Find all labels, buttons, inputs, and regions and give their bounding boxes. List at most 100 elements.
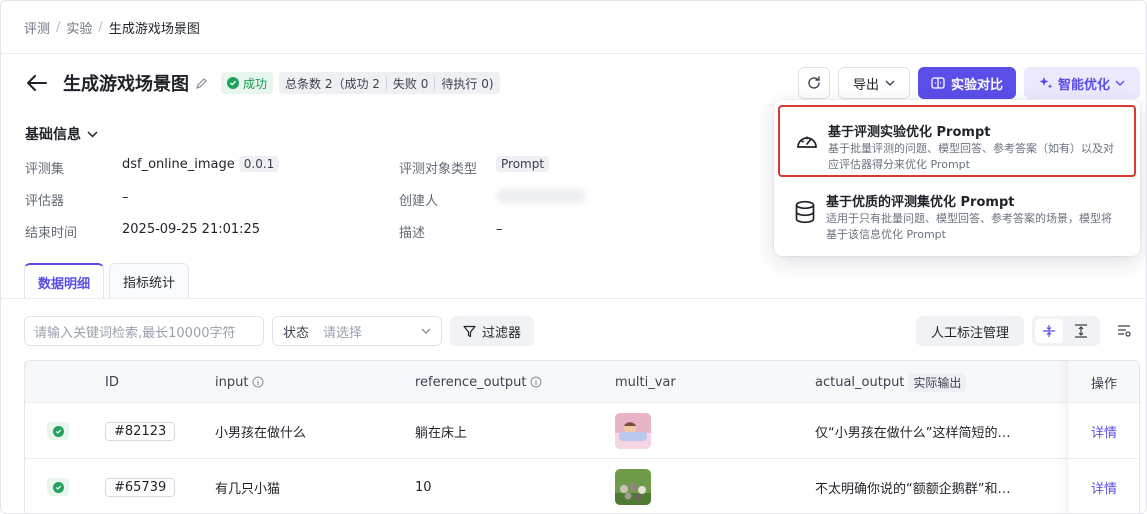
table-header: ID input reference_output multi_var actu… — [25, 361, 1139, 403]
breadcrumb-item-current: 生成游戏场景图 — [108, 22, 200, 37]
chevron-down-icon — [87, 130, 98, 138]
row-image — [615, 459, 651, 513]
creator-value-blurred — [496, 189, 586, 203]
boy-in-bed-image[interactable] — [615, 413, 651, 449]
success-icon — [47, 422, 69, 440]
tab-data-detail[interactable]: 数据明细 — [24, 263, 105, 299]
table-row[interactable]: #82123 小男孩在做什么 躺在床上 仅“小男孩在做什么”这样简短的… 详情 — [25, 403, 1139, 459]
check-circle-icon — [227, 77, 239, 89]
edit-icon[interactable] — [195, 76, 209, 90]
breadcrumb-item-eval[interactable]: 评测 — [24, 18, 50, 37]
row-id-tag[interactable]: #65739 — [105, 477, 176, 497]
back-arrow-icon[interactable] — [25, 71, 49, 95]
menu-item-description: 基于批量评测的问题、模型回答、参考答案（如有）以及对应评估器得分来优化 Prom… — [828, 142, 1114, 171]
actual-output-tag: 实际输出 — [908, 372, 967, 392]
dataset-name[interactable]: dsf_online_image — [122, 157, 235, 172]
status-select-label: 状态 — [283, 325, 310, 341]
row-input: 小男孩在做什么 — [215, 425, 307, 441]
tab-metric-stats[interactable]: 指标统计 — [109, 263, 190, 299]
search-input[interactable]: 请输入关键词检索,最长10000字符 — [24, 316, 264, 346]
info-icon[interactable] — [530, 376, 542, 388]
menu-item-optimize-by-dataset[interactable]: 基于优质的评测集优化 Prompt 适用于只有批量问题、模型回答、参考答案的场景… — [778, 177, 1136, 249]
count-pending: 待执行 0) — [441, 76, 494, 91]
end-time-value: 2025-09-25 21:01:25 — [122, 222, 261, 237]
export-label: 导出 — [852, 77, 879, 93]
column-header-id: ID — [105, 374, 119, 390]
column-header-reference-output: reference_output — [415, 361, 542, 403]
column-settings-icon — [1118, 325, 1131, 337]
database-icon — [792, 199, 818, 225]
breadcrumb-separator: / — [56, 20, 61, 35]
compact-rows-button[interactable] — [1035, 319, 1063, 343]
row-id: #82123 — [105, 403, 176, 459]
menu-item-title: 基于评测实验优化 Prompt — [828, 125, 991, 140]
smart-optimize-button[interactable]: 智能优化 — [1024, 67, 1140, 99]
status-text: 成功 — [243, 76, 268, 91]
row-reference: 10 — [415, 479, 432, 495]
filter-button[interactable]: 过滤器 — [450, 316, 534, 346]
dataset-value: dsf_online_image 0.0.1 — [122, 156, 280, 172]
actions-column-divider — [1067, 361, 1139, 513]
row-input: 有几只小猫 — [215, 481, 281, 497]
dataset-label: 评测集 — [25, 162, 65, 177]
tab-bar: 数据明细 指标统计 — [24, 263, 194, 299]
breadcrumb: 评测 / 实验 / 生成游戏场景图 — [24, 18, 200, 37]
basic-info-toggle[interactable]: 基础信息 — [25, 124, 98, 144]
smart-optimize-menu: 基于评测实验优化 Prompt 基于批量评测的问题、模型回答、参考答案（如有）以… — [774, 100, 1140, 256]
count-total: 总条数 2（成功 2 — [285, 76, 380, 91]
kittens-image[interactable] — [615, 469, 651, 505]
compare-icon — [931, 77, 945, 89]
page-title: 生成游戏场景图 — [63, 74, 189, 95]
row-image — [615, 403, 651, 459]
target-type-label: 评测对象类型 — [399, 162, 478, 177]
status-badge: 成功 — [221, 72, 274, 94]
row-actual-output: 仅“小男孩在做什么”这样简短的… — [815, 425, 1011, 441]
table-row[interactable]: #65739 有几只小猫 10 不太明确你说的“额额企鹅群”和… 详情 — [25, 459, 1139, 513]
row-id: #65739 — [105, 459, 176, 513]
refresh-button[interactable] — [798, 67, 830, 99]
column-header-multi-var: multi_var — [615, 374, 676, 390]
filter-icon — [463, 325, 476, 337]
description-value: – — [496, 222, 503, 237]
column-settings-button[interactable] — [1108, 316, 1140, 346]
dataset-version-tag: 0.0.1 — [238, 156, 280, 172]
basic-info-title: 基础信息 — [25, 127, 81, 143]
breadcrumb-separator: / — [98, 20, 103, 35]
row-status — [47, 459, 69, 513]
row-id-tag[interactable]: #82123 — [105, 421, 176, 441]
breadcrumb-item-experiment[interactable]: 实验 — [66, 18, 92, 37]
menu-item-title: 基于优质的评测集优化 Prompt — [826, 195, 1015, 210]
filter-label: 过滤器 — [481, 325, 521, 341]
compare-button[interactable]: 实验对比 — [918, 67, 1016, 99]
manual-annotation-button[interactable]: 人工标注管理 — [916, 316, 1024, 346]
row-status — [47, 403, 69, 459]
evaluator-value: – — [122, 190, 129, 205]
title-row: 生成游戏场景图 成功 总条数 2（成功 2 失败 0 待执行 0) — [25, 67, 500, 99]
column-header-input-label: input — [215, 374, 249, 390]
data-table: ID input reference_output multi_var actu… — [24, 360, 1140, 513]
column-header-input: input — [215, 361, 264, 403]
column-header-actual-output: actual_output 实际输出 — [815, 361, 967, 403]
column-header-reference-label: reference_output — [415, 374, 527, 390]
success-icon — [47, 478, 69, 496]
info-icon[interactable] — [252, 376, 264, 388]
evaluator-label: 评估器 — [25, 194, 65, 209]
chevron-down-icon — [885, 80, 895, 86]
target-type-value: Prompt — [496, 156, 550, 172]
row-height-toggle — [1032, 316, 1100, 346]
chevron-down-icon — [1115, 80, 1125, 86]
status-select[interactable]: 状态 请选择 — [272, 316, 442, 346]
count-failed: 失败 0 — [392, 76, 429, 91]
count-summary: 总条数 2（成功 2 失败 0 待执行 0) — [279, 72, 500, 94]
header-divider — [1, 53, 1146, 54]
creator-label: 创建人 — [399, 194, 439, 209]
expand-rows-button[interactable] — [1067, 319, 1095, 343]
export-button[interactable]: 导出 — [838, 67, 910, 99]
end-time-label: 结束时间 — [25, 226, 78, 241]
description-label: 描述 — [399, 226, 426, 241]
row-actual-output: 不太明确你说的“额额企鹅群”和… — [815, 481, 1011, 497]
compress-icon — [1043, 325, 1055, 337]
app-frame: 评测 / 实验 / 生成游戏场景图 生成游戏场景图 成功 总条数 2（成功 2 … — [0, 0, 1147, 514]
menu-item-optimize-by-experiment[interactable]: 基于评测实验优化 Prompt 基于批量评测的问题、模型回答、参考答案（如有）以… — [778, 105, 1136, 177]
tab-divider — [1, 298, 1146, 299]
